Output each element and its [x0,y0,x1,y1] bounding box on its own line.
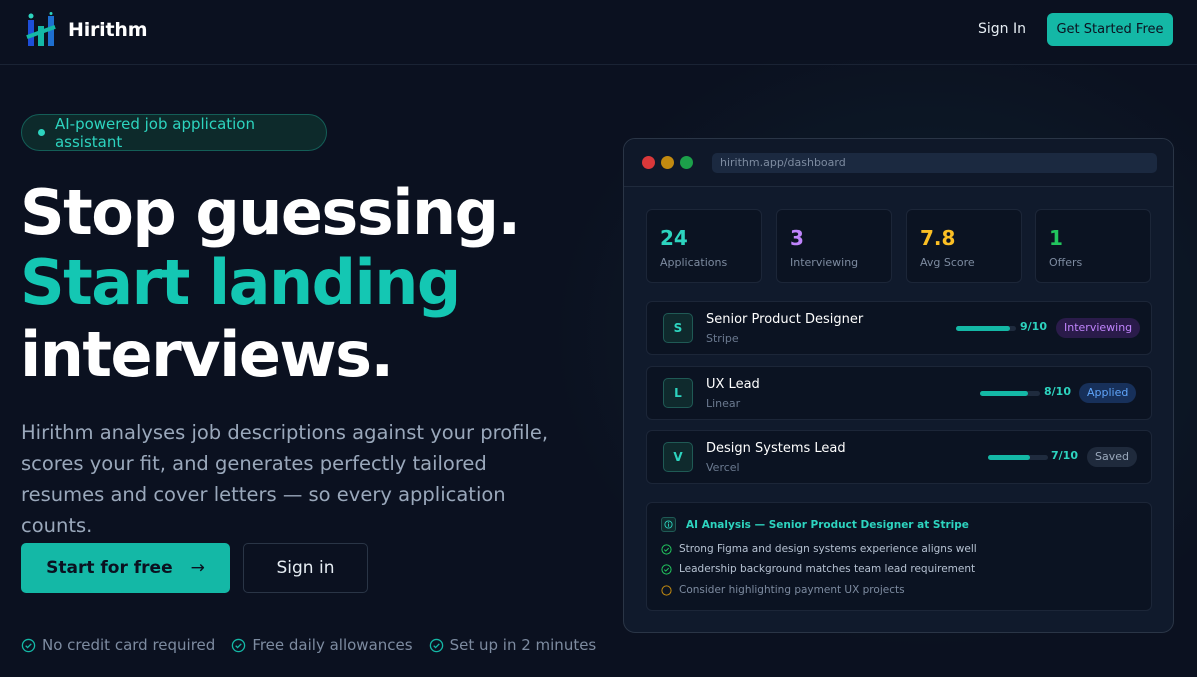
top-nav: Hirithm Sign In Get Started Free [0,0,1197,65]
pill-dot-icon [38,129,45,136]
stat-card-offers: 1 Offers [1035,209,1151,283]
job-row[interactable]: S Senior Product Designer Stripe 9/10 In… [646,301,1152,355]
window-close-dot-icon [642,156,655,169]
sign-in-button[interactable]: Sign in [243,543,368,593]
status-badge: Interviewing [1056,318,1141,338]
headline-line-1: Stop guessing. [20,176,521,249]
stat-value: 7.8 [920,226,956,250]
fit-score-bar [988,455,1048,460]
analysis-point-text: Consider highlighting payment UX project… [679,584,905,596]
start-free-label: Start for free [46,558,173,578]
logo-icon [26,12,56,46]
fit-score: 7/10 [1051,449,1078,462]
job-title: Design Systems Lead [706,441,846,456]
brand[interactable]: Hirithm [26,12,148,48]
analysis-point-text: Strong Figma and design systems experien… [679,543,977,555]
arrow-right-icon: → [190,558,205,578]
analysis-point: Strong Figma and design systems experien… [661,543,977,555]
brand-name: Hirithm [68,19,148,41]
perks-list: No credit card required Free daily allow… [21,636,612,654]
job-company: Linear [706,397,741,410]
company-logo: L [663,378,693,408]
stat-label: Offers [1049,256,1083,269]
ai-analysis-title: AI Analysis — Senior Product Designer at… [686,518,969,531]
analysis-point: Leadership background matches team lead … [661,563,975,575]
job-row[interactable]: L UX Lead Linear 8/10 Applied [646,366,1152,420]
job-company: Vercel [706,461,740,474]
fit-score-fill [956,326,1010,331]
ai-analysis-panel: AI Analysis — Senior Product Designer at… [646,502,1152,611]
headline-line-2: Start landing [20,246,461,319]
perk-text: Free daily allowances [252,636,413,654]
hint-circle-icon [661,584,672,596]
stat-label: Interviewing [790,256,859,269]
url-bar: hirithm.app/dashboard [712,153,1157,173]
company-logo: V [663,442,693,472]
job-company: Stripe [706,332,739,345]
window-maximize-dot-icon [680,156,693,169]
stat-label: Applications [660,256,728,269]
headline-line-3: interviews. [20,318,394,391]
hero-description: Hirithm analyses job descriptions agains… [21,421,549,537]
start-free-button[interactable]: Start for free → [21,543,230,593]
dashboard-preview: hirithm.app/dashboard 24 Applications 3 … [623,138,1174,633]
feature-pill: AI-powered job application assistant [21,114,327,151]
stat-value: 24 [660,226,688,250]
stat-value: 3 [790,226,804,250]
stat-value: 1 [1049,226,1063,250]
browser-bar: hirithm.app/dashboard [624,139,1173,187]
fit-score-bar [956,326,1016,331]
company-logo: S [663,313,693,343]
job-title: Senior Product Designer [706,312,864,327]
perk-item: Set up in 2 minutes [429,636,597,654]
fit-score-fill [988,455,1030,460]
ai-info-icon [661,517,676,532]
pill-text: AI-powered job application assistant [54,114,255,151]
window-minimize-dot-icon [661,156,674,169]
fit-score-fill [980,391,1028,396]
stat-card-applications: 24 Applications [646,209,762,283]
status-badge: Applied [1079,383,1137,403]
perk-text: Set up in 2 minutes [449,636,597,654]
perk-item: No credit card required [21,636,215,654]
stat-card-interviewing: 3 Interviewing [776,209,892,283]
check-circle-icon [661,543,672,555]
fit-score-bar [980,391,1040,396]
job-row[interactable]: V Design Systems Lead Vercel 7/10 Saved [646,430,1152,484]
stat-card-avg-score: 7.8 Avg Score [906,209,1022,283]
perk-item: Free daily allowances [231,636,413,654]
check-circle-icon [661,563,672,575]
ai-analysis-header: AI Analysis — Senior Product Designer at… [661,517,969,532]
fit-score: 8/10 [1044,385,1071,398]
job-title: UX Lead [706,377,760,392]
analysis-point-text: Leadership background matches team lead … [679,563,976,575]
fit-score: 9/10 [1020,320,1047,333]
check-circle-icon [429,638,443,652]
analysis-point: Consider highlighting payment UX project… [661,584,905,596]
get-started-button[interactable]: Get Started Free [1047,13,1173,46]
check-circle-icon [21,638,36,652]
nav-sign-in-link[interactable]: Sign In [978,21,1026,37]
status-badge: Saved [1087,447,1137,467]
check-circle-icon [232,638,246,652]
perk-text: No credit card required [42,636,216,654]
stat-label: Avg Score [920,256,975,269]
